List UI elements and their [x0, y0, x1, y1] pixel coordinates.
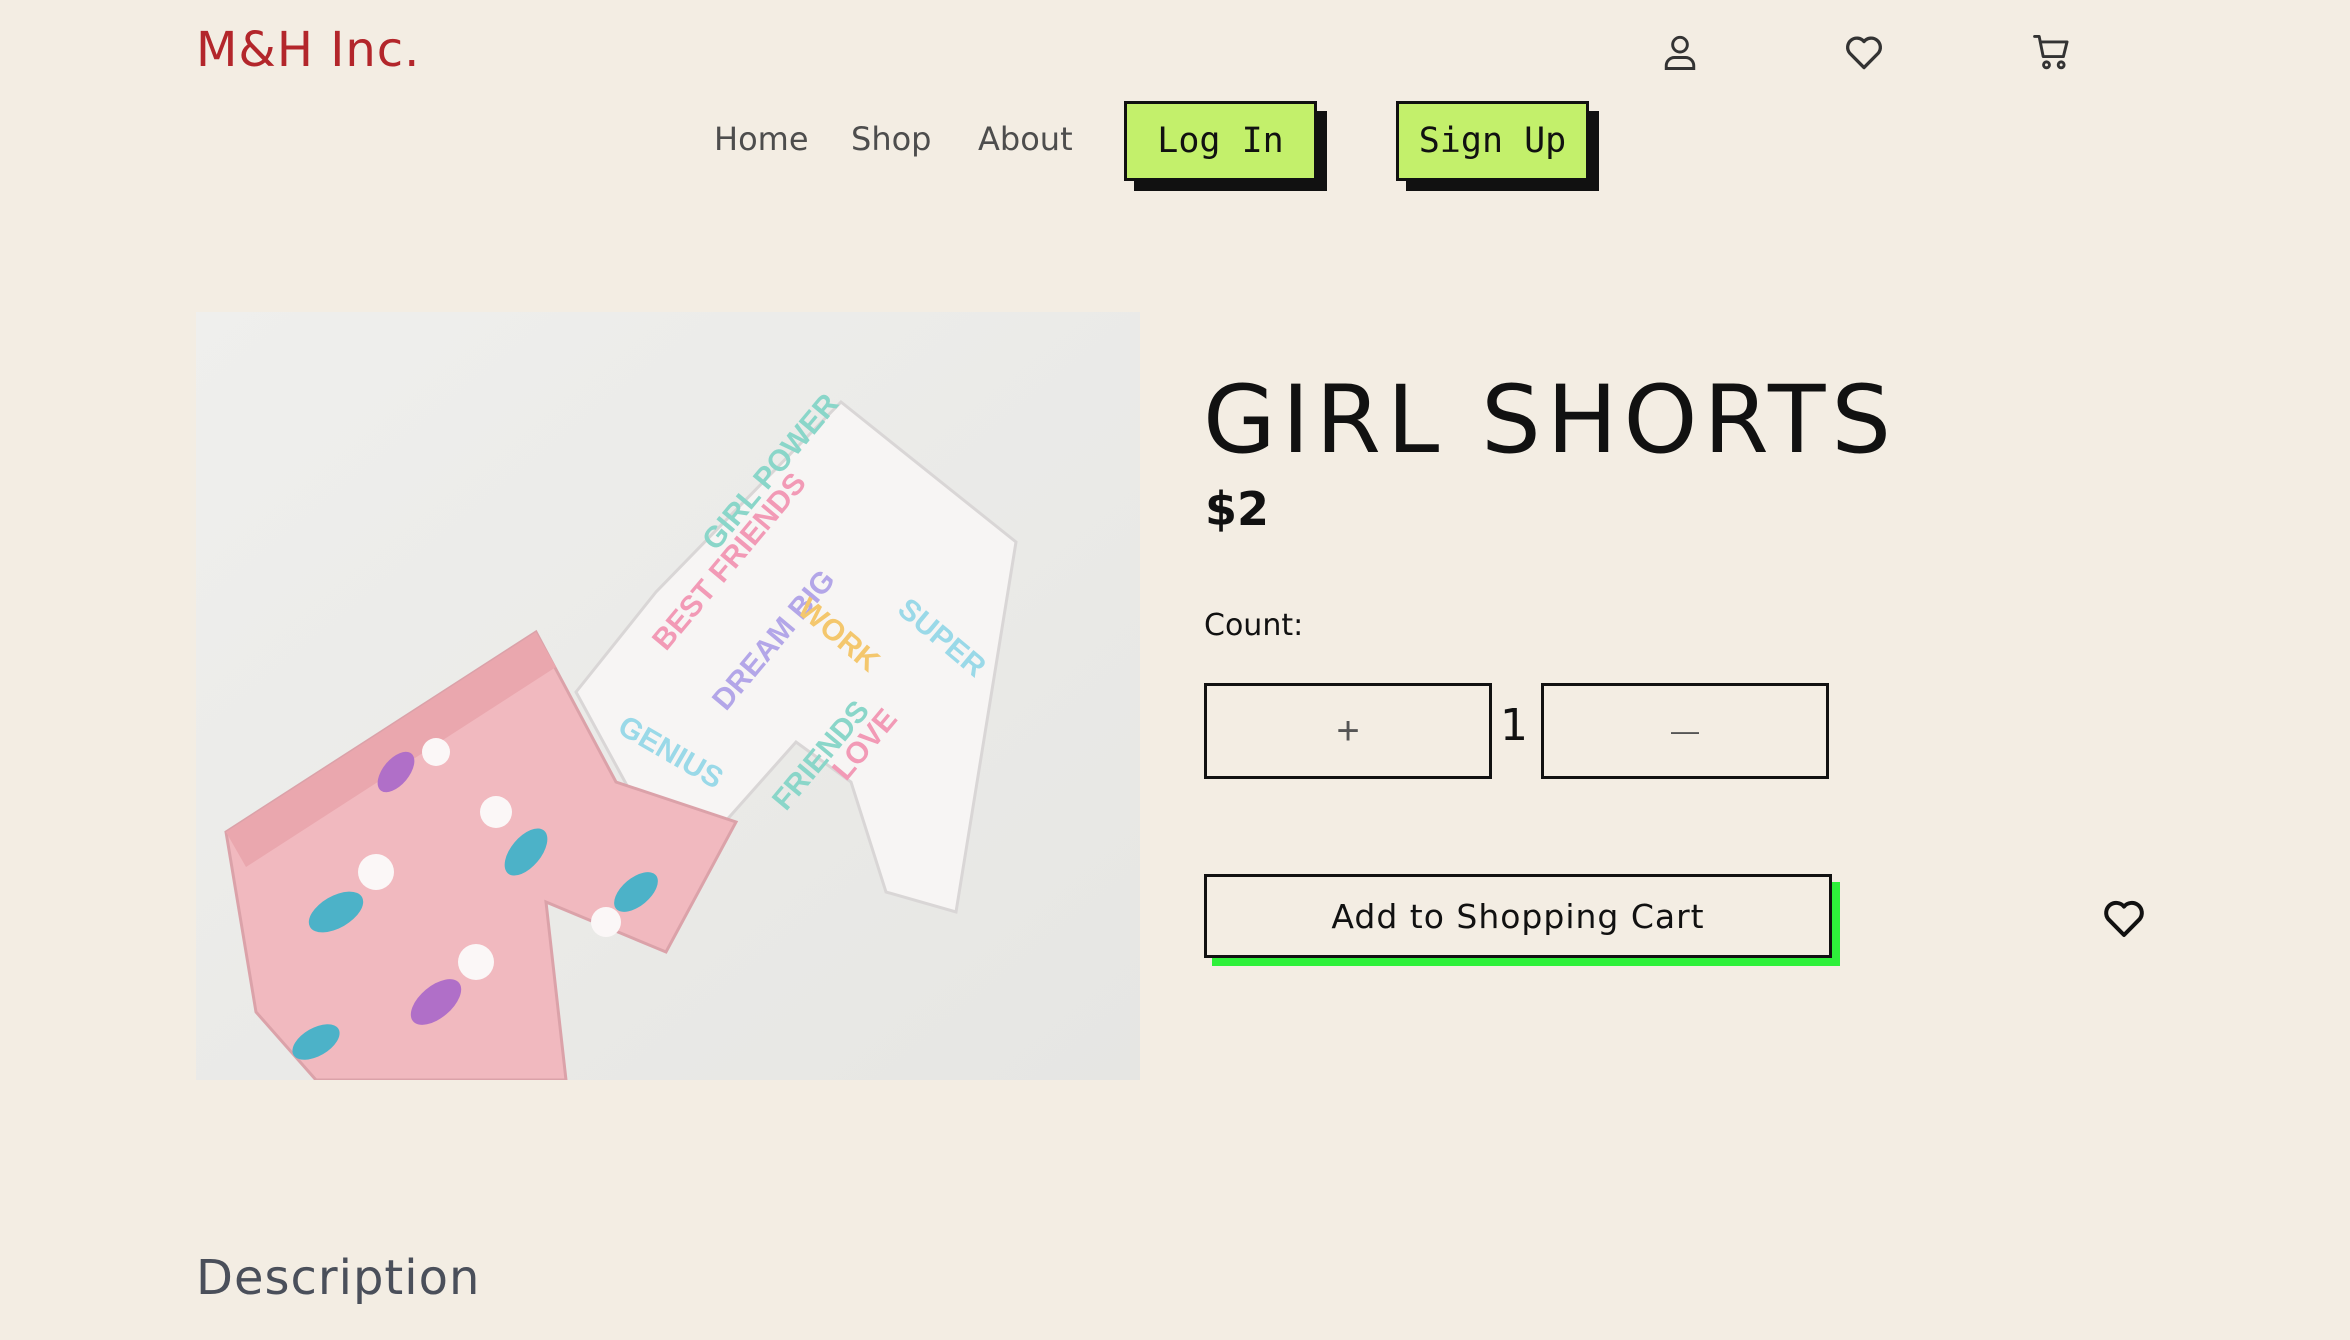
product-image: GIRL POWER BEST FRIENDS DREAM BIG WORK S…: [196, 312, 1140, 1080]
product-title: GIRL SHORTS: [1203, 366, 1898, 475]
heart-icon[interactable]: [1840, 28, 1888, 76]
increment-button[interactable]: +: [1204, 683, 1492, 779]
minus-icon: —: [1671, 715, 1699, 746]
count-label: Count:: [1204, 608, 1304, 643]
wishlist-heart-icon[interactable]: [2100, 894, 2148, 942]
plus-icon: +: [1336, 708, 1360, 753]
cart-icon[interactable]: [2028, 28, 2076, 76]
brand-logo[interactable]: M&H Inc.: [196, 22, 420, 78]
login-button[interactable]: Log In: [1124, 101, 1317, 181]
description-heading: Description: [196, 1250, 481, 1306]
product-price: $2: [1205, 482, 1270, 536]
quantity-value: 1: [1500, 700, 1528, 751]
signup-button[interactable]: Sign Up: [1396, 101, 1589, 181]
decrement-button[interactable]: —: [1541, 683, 1829, 779]
add-to-cart-button[interactable]: Add to Shopping Cart: [1204, 874, 1832, 958]
nav-home[interactable]: Home: [714, 120, 809, 158]
nav-about[interactable]: About: [978, 120, 1073, 158]
user-icon[interactable]: [1656, 28, 1704, 76]
nav-shop[interactable]: Shop: [851, 120, 931, 158]
